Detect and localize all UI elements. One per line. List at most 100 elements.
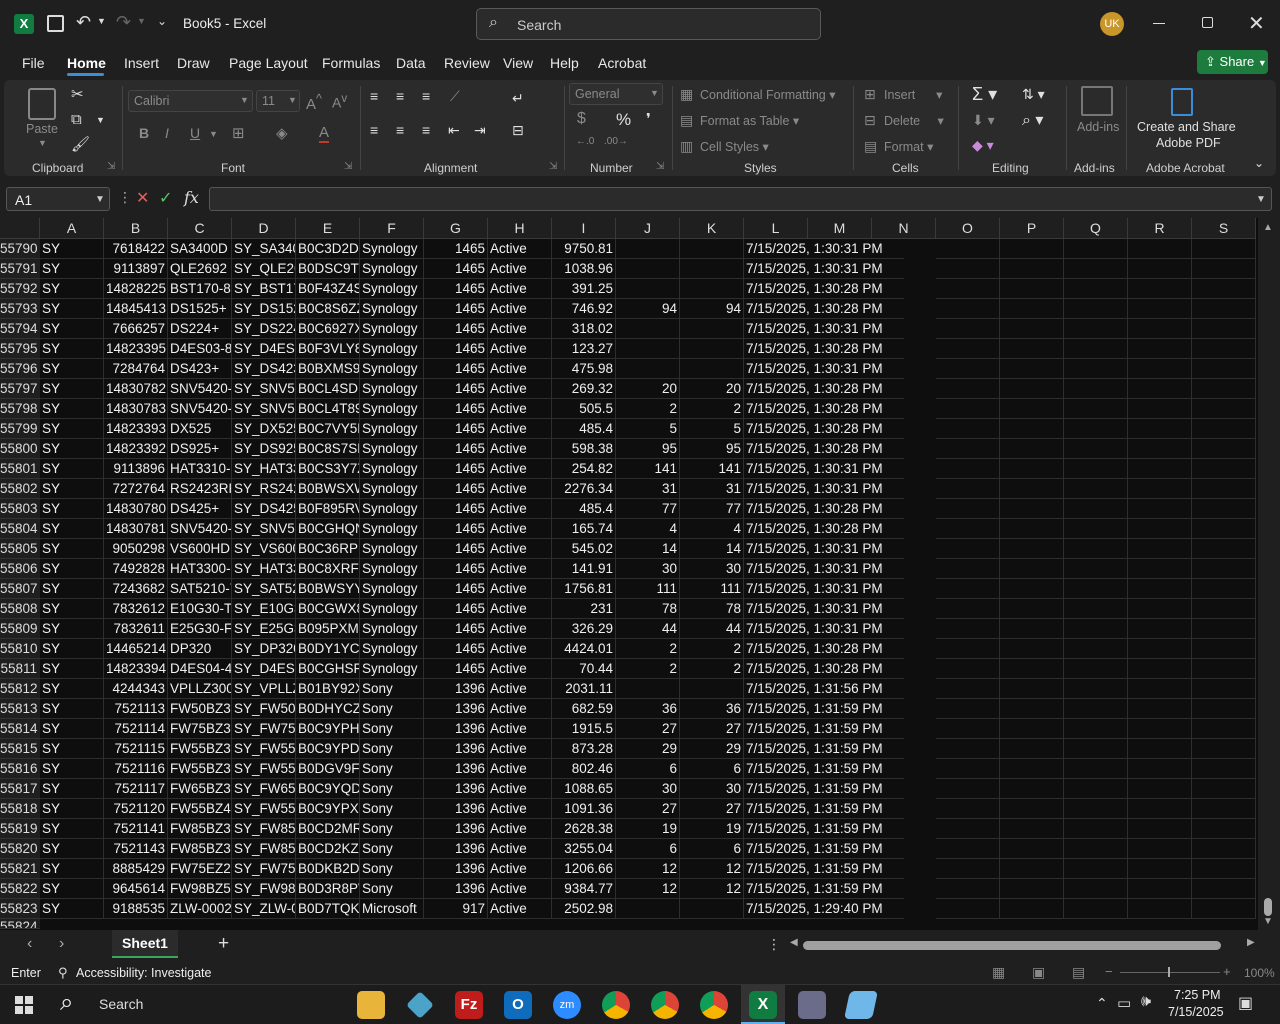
cell[interactable]: B0CS3Y7ZI xyxy=(296,459,360,479)
cell-timestamp[interactable]: 7/15/2025, 1:30:28 PM xyxy=(744,639,904,659)
row-header[interactable]: 55793 xyxy=(0,299,40,319)
cell[interactable]: 4 xyxy=(680,519,744,539)
cell[interactable] xyxy=(936,859,1000,879)
cell[interactable]: 141 xyxy=(680,459,744,479)
cell[interactable]: 9188535 xyxy=(104,899,168,919)
cell[interactable]: Active xyxy=(488,659,552,679)
row-header[interactable]: 55804 xyxy=(0,519,40,539)
column-header-r[interactable]: R xyxy=(1128,218,1192,239)
cell[interactable] xyxy=(936,379,1000,399)
cell[interactable]: 1465 xyxy=(424,439,488,459)
cell[interactable]: Synology xyxy=(360,619,424,639)
row-header[interactable]: 55811 xyxy=(0,659,40,679)
outlook-icon[interactable]: O xyxy=(504,991,532,1019)
column-header-j[interactable]: J xyxy=(616,218,680,239)
decrease-indent-icon[interactable]: ⇤ xyxy=(448,122,460,139)
cell-timestamp[interactable]: 7/15/2025, 1:31:59 PM xyxy=(744,739,904,759)
cell[interactable]: SY xyxy=(40,379,104,399)
cell[interactable]: 7521117 xyxy=(104,779,168,799)
cell[interactable] xyxy=(1000,279,1064,299)
taskbar-search-icon[interactable]: ⌕ xyxy=(60,989,73,1017)
cell[interactable]: B0BWSYYI xyxy=(296,579,360,599)
cell[interactable]: SY_DS925- xyxy=(232,439,296,459)
column-header-m[interactable]: M xyxy=(808,218,872,239)
restore-button[interactable] xyxy=(1202,17,1213,28)
add-ins-button[interactable]: Add-ins xyxy=(1077,120,1119,134)
cell[interactable]: SY_DX525 xyxy=(232,419,296,439)
cell[interactable]: 1465 xyxy=(424,359,488,379)
cell[interactable]: Sony xyxy=(360,739,424,759)
cell[interactable]: B0CD2KZT xyxy=(296,839,360,859)
cell[interactable]: 7521143 xyxy=(104,839,168,859)
cell[interactable]: FW50BZ30 xyxy=(168,699,232,719)
clock-time[interactable]: 7:25 PM xyxy=(1174,988,1221,1002)
cell[interactable] xyxy=(936,299,1000,319)
cell[interactable]: SY xyxy=(40,799,104,819)
cell[interactable]: 1396 xyxy=(424,759,488,779)
cell[interactable]: SY_E25G3( xyxy=(232,619,296,639)
cell-timestamp[interactable]: 7/15/2025, 1:30:31 PM xyxy=(744,599,904,619)
cell[interactable]: 27 xyxy=(680,719,744,739)
column-header-l[interactable]: L xyxy=(744,218,808,239)
cell[interactable]: SY xyxy=(40,399,104,419)
cell[interactable] xyxy=(680,319,744,339)
cell[interactable] xyxy=(1064,519,1128,539)
cell[interactable]: SY xyxy=(40,739,104,759)
cell[interactable]: 746.92 xyxy=(552,299,616,319)
row-header[interactable]: 55809 xyxy=(0,619,40,639)
cell[interactable] xyxy=(1128,839,1192,859)
cell-styles-button[interactable]: Cell Styles ▾ xyxy=(700,139,769,154)
cell[interactable]: 2 xyxy=(616,399,680,419)
cell[interactable]: Synology xyxy=(360,399,424,419)
column-header-n[interactable]: N xyxy=(872,218,936,239)
cell[interactable]: 19 xyxy=(680,819,744,839)
cell[interactable]: 1396 xyxy=(424,859,488,879)
cell[interactable]: FW55BZ35 xyxy=(168,759,232,779)
cell[interactable]: Synology xyxy=(360,339,424,359)
cell[interactable]: SNV5420-1 xyxy=(168,399,232,419)
row-header[interactable]: 55803 xyxy=(0,499,40,519)
cell[interactable]: Active xyxy=(488,799,552,819)
menu-formulas[interactable]: Formulas xyxy=(322,55,380,71)
cell[interactable] xyxy=(1128,799,1192,819)
cell[interactable] xyxy=(1128,259,1192,279)
clock-date[interactable]: 7/15/2025 xyxy=(1168,1005,1224,1019)
cell[interactable] xyxy=(1064,439,1128,459)
vertical-scroll-thumb[interactable] xyxy=(1264,898,1272,916)
find-select-icon[interactable]: ⌕ ▾ xyxy=(1022,110,1043,130)
cell[interactable]: Active xyxy=(488,519,552,539)
cell[interactable]: SY_DS224- xyxy=(232,319,296,339)
cell[interactable]: Active xyxy=(488,699,552,719)
cell[interactable] xyxy=(1000,879,1064,899)
cell[interactable] xyxy=(1000,299,1064,319)
cell[interactable] xyxy=(1192,539,1256,559)
cell[interactable] xyxy=(680,359,744,379)
cell[interactable] xyxy=(1064,479,1128,499)
cell[interactable]: 485.4 xyxy=(552,499,616,519)
cell[interactable]: 2628.38 xyxy=(552,819,616,839)
cell[interactable]: Active xyxy=(488,819,552,839)
cell[interactable]: 14823393 xyxy=(104,419,168,439)
cell[interactable] xyxy=(680,259,744,279)
redo-dropdown-icon[interactable]: ▼ xyxy=(137,16,146,26)
paste-dropdown-icon[interactable]: ▼ xyxy=(38,138,47,148)
cell[interactable] xyxy=(1192,659,1256,679)
cell[interactable]: 7492828 xyxy=(104,559,168,579)
create-pdf-label-2[interactable]: Adobe PDF xyxy=(1156,136,1221,150)
decrease-decimal-icon[interactable]: .00→ xyxy=(604,136,628,147)
cell[interactable] xyxy=(1192,899,1256,919)
format-cells-button[interactable]: Format ▾ xyxy=(884,139,933,154)
cell[interactable]: 14830781 xyxy=(104,519,168,539)
cell[interactable]: Active xyxy=(488,639,552,659)
cell[interactable]: 2502.98 xyxy=(552,899,616,919)
cell[interactable] xyxy=(936,899,1000,919)
delete-cells-button[interactable]: Delete ▾ xyxy=(884,113,944,128)
cell[interactable]: SY_HAT33 xyxy=(232,459,296,479)
cell[interactable] xyxy=(1064,339,1128,359)
formula-input[interactable]: ▼ xyxy=(209,187,1272,211)
cell-timestamp[interactable]: 7/15/2025, 1:30:31 PM xyxy=(744,559,904,579)
cell[interactable]: B0DSC9TZ xyxy=(296,259,360,279)
cell[interactable]: 1465 xyxy=(424,299,488,319)
taskbar-search-label[interactable]: Search xyxy=(99,996,143,1012)
cell[interactable]: Sony xyxy=(360,799,424,819)
